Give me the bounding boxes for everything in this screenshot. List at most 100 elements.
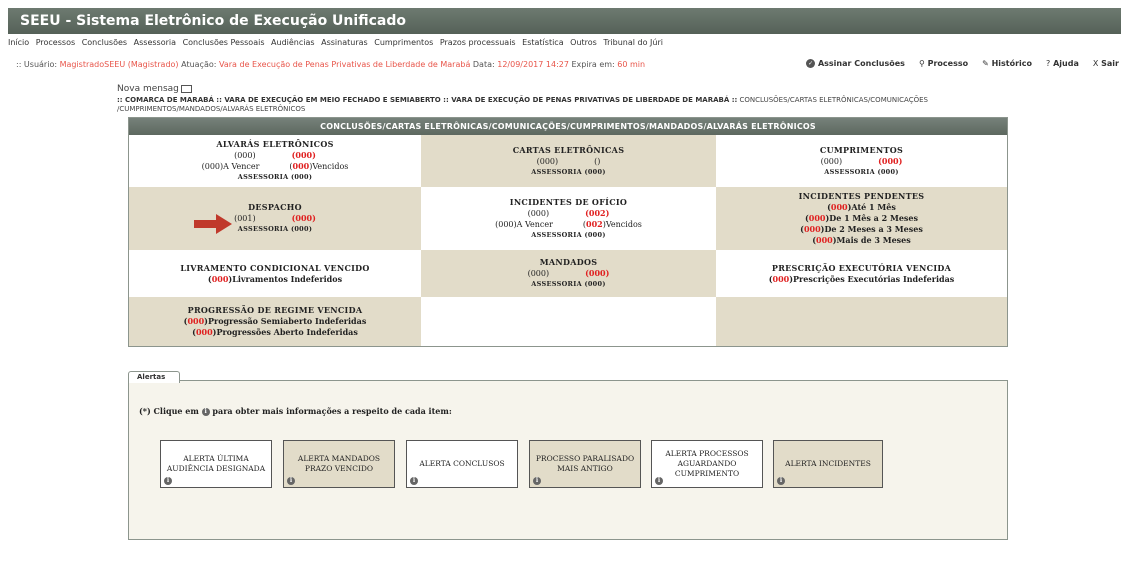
menu-cumprimentos[interactable]: Cumprimentos <box>374 38 433 47</box>
menu-estatistica[interactable]: Estatística <box>522 38 563 47</box>
pendentes-l4-label: Mais de 3 Meses <box>836 235 911 245</box>
cumprimentos-cell: CUMPRIMENTOS (000) (000) ASSESSORIA (000) <box>716 135 1007 187</box>
cumprimentos-urgent[interactable]: (000) <box>878 156 902 167</box>
progressao-semiaberto[interactable]: (000)Progressão Semiaberto Indeferidas <box>184 316 367 327</box>
ajuda-button[interactable]: ? Ajuda <box>1046 59 1079 68</box>
pendentes-mais-3-meses[interactable]: (000)Mais de 3 Meses <box>812 235 911 246</box>
historico-button[interactable]: ✎ Histórico <box>982 59 1032 68</box>
alert-label: ALERTA CONCLUSOS <box>419 459 505 468</box>
info-icon[interactable]: i <box>410 477 418 485</box>
alvaras-assessoria[interactable]: ASSESSORIA (000) <box>238 172 312 183</box>
alerta-processos-aguardando-button[interactable]: ALERTA PROCESSOS AGUARDANDO CUMPRIMENTO … <box>651 440 763 488</box>
alert-label: ALERTA ÚLTIMA AUDIÊNCIA DESIGNADA <box>166 454 266 473</box>
check-badge-icon: ✓ <box>806 59 816 68</box>
pendentes-2-a-3-meses[interactable]: (000)De 2 Meses a 3 Meses <box>800 224 923 235</box>
nova-mensagem-label: Nova mensag <box>117 84 179 94</box>
progressao-cell: PROGRESSÃO DE REGIME VENCIDA (000)Progre… <box>129 297 421 346</box>
cartas-title: CARTAS ELETRÔNICAS <box>512 144 625 155</box>
progressao-n2: 000 <box>195 327 213 337</box>
alerta-incidentes-button[interactable]: ALERTA INCIDENTES i <box>773 440 883 488</box>
data-value: 12/09/2017 14:27 <box>497 60 569 69</box>
cartas-assessoria[interactable]: ASSESSORIA (000) <box>531 167 605 178</box>
processo-button[interactable]: ⚲ Processo <box>919 59 968 68</box>
info-icon[interactable]: i <box>655 477 663 485</box>
incidentes-oficio-vencidos-num: 002 <box>586 218 603 229</box>
alvaras-a-vencer[interactable]: (000)A Vencer <box>202 161 260 172</box>
assinar-label: Assinar Conclusões <box>817 59 905 68</box>
alerts-hint: (*) Clique em i para obter mais informaç… <box>139 406 452 416</box>
assinar-conclusoes-button[interactable]: ✓ Assinar Conclusões <box>806 59 905 68</box>
ajuda-label: Ajuda <box>1053 59 1079 68</box>
menu-assessoria[interactable]: Assessoria <box>134 38 176 47</box>
mandados-urgent[interactable]: (000) <box>585 268 609 279</box>
incidentes-oficio-vencidos[interactable]: (002)Vencidos <box>583 219 642 230</box>
cartas-urgent[interactable]: () <box>594 156 600 167</box>
livramento-title: LIVRAMENTO CONDICIONAL VENCIDO <box>180 262 370 273</box>
incidentes-oficio-urgent[interactable]: (002) <box>585 208 609 219</box>
despacho-count[interactable]: (001) <box>234 213 256 224</box>
progressao-aberto[interactable]: (000)Progressões Aberto Indeferidas <box>192 327 358 338</box>
info-icon[interactable]: i <box>287 477 295 485</box>
alert-label: PROCESSO PARALISADO MAIS ANTIGO <box>535 454 635 473</box>
cumprimentos-count[interactable]: (000) <box>821 156 843 167</box>
alerta-mandados-button[interactable]: ALERTA MANDADOS PRAZO VENCIDO i <box>283 440 395 488</box>
alvaras-count[interactable]: (000) <box>234 150 256 161</box>
alerta-ultima-audiencia-button[interactable]: ALERTA ÚLTIMA AUDIÊNCIA DESIGNADA i <box>160 440 272 488</box>
pendentes-l2-label: De 1 Mês a 2 Meses <box>829 213 919 223</box>
data-label: Data: <box>472 60 495 69</box>
cumprimentos-assessoria[interactable]: ASSESSORIA (000) <box>824 167 898 178</box>
info-icon[interactable]: i <box>777 477 785 485</box>
menu-assinaturas[interactable]: Assinaturas <box>321 38 368 47</box>
pendentes-l4-num: 000 <box>816 235 833 245</box>
pendentes-ate-1-mes[interactable]: (000)Até 1 Mês <box>827 202 896 213</box>
menu-tribunal-juri[interactable]: Tribunal do Júri <box>603 38 663 47</box>
processo-label: Processo <box>927 59 969 68</box>
pendentes-1-a-2-meses[interactable]: (000)De 1 Mês a 2 Meses <box>805 213 918 224</box>
historico-label: Histórico <box>991 59 1033 68</box>
cumprimentos-title: CUMPRIMENTOS <box>819 144 904 155</box>
incidentes-oficio-title: INCIDENTES DE OFÍCIO <box>509 196 628 207</box>
prescricao-indeferidas[interactable]: (000)Prescrições Executórias Indeferidas <box>769 274 955 285</box>
mandados-assessoria[interactable]: ASSESSORIA (000) <box>531 279 605 290</box>
menu-inicio[interactable]: Início <box>8 38 29 47</box>
atuacao-value: Vara de Execução de Penas Privativas de … <box>219 60 471 69</box>
user-name: MagistradoSEEU (Magistrado) <box>59 60 179 69</box>
incidentes-pendentes-title: INCIDENTES PENDENTES <box>798 191 925 201</box>
info-icon[interactable]: i <box>164 477 172 485</box>
expira-label: Expira em: <box>571 60 615 69</box>
progressao-l2: Progressões Aberto Indeferidas <box>216 327 358 337</box>
despacho-urgent[interactable]: (000) <box>292 213 316 224</box>
mandados-title: MANDADOS <box>539 257 598 267</box>
tab-alertas[interactable]: Alertas <box>128 371 180 383</box>
menu-conclusoes-pessoais[interactable]: Conclusões Pessoais <box>183 38 265 47</box>
processo-paralisado-button[interactable]: PROCESSO PARALISADO MAIS ANTIGO i <box>529 440 641 488</box>
pencil-icon: ✎ <box>982 59 989 68</box>
alvaras-cell: ALVARÁS ELETRÔNICOS (000) (000) (000)A Ve… <box>129 135 421 187</box>
empty-cell <box>716 297 1007 346</box>
menu-audiencias[interactable]: Audiências <box>271 38 315 47</box>
alerta-conclusos-button[interactable]: ALERTA CONCLUSOS i <box>406 440 518 488</box>
alvaras-vencidos[interactable]: (000)Vencidos <box>289 161 348 172</box>
atuacao-label: Atuação: <box>181 60 217 69</box>
despacho-assessoria[interactable]: ASSESSORIA (000) <box>238 224 312 235</box>
incidentes-oficio-a-vencer[interactable]: (000)A Vencer <box>495 219 553 230</box>
incidentes-oficio-count[interactable]: (000) <box>528 208 550 219</box>
hint-pre: (*) Clique em <box>139 406 199 416</box>
menu-prazos[interactable]: Prazos processuais <box>440 38 516 47</box>
nova-mensagem-link[interactable]: Nova mensag <box>117 84 192 94</box>
livramento-cell: LIVRAMENTO CONDICIONAL VENCIDO (000)Livr… <box>129 250 421 297</box>
incidentes-oficio-assessoria[interactable]: ASSESSORIA (000) <box>531 230 605 241</box>
alert-label: ALERTA PROCESSOS AGUARDANDO CUMPRIMENTO <box>665 449 749 478</box>
info-icon[interactable]: i <box>533 477 541 485</box>
search-icon: ⚲ <box>918 59 925 68</box>
app-title: SEEU - Sistema Eletrônico de Execução Un… <box>8 8 1121 34</box>
breadcrumb: :: COMARCA DE MARABÁ :: VARA DE EXECUÇÃO… <box>117 96 997 114</box>
alvaras-urgent[interactable]: (000) <box>292 150 316 161</box>
menu-conclusoes[interactable]: Conclusões <box>82 38 127 47</box>
menu-outros[interactable]: Outros <box>570 38 597 47</box>
cartas-count[interactable]: (000) <box>537 156 559 167</box>
livramento-indeferidos[interactable]: (000)Livramentos Indeferidos <box>208 274 342 285</box>
menu-processos[interactable]: Processos <box>36 38 75 47</box>
mandados-count[interactable]: (000) <box>528 268 550 279</box>
sair-button[interactable]: X Sair <box>1093 59 1119 68</box>
